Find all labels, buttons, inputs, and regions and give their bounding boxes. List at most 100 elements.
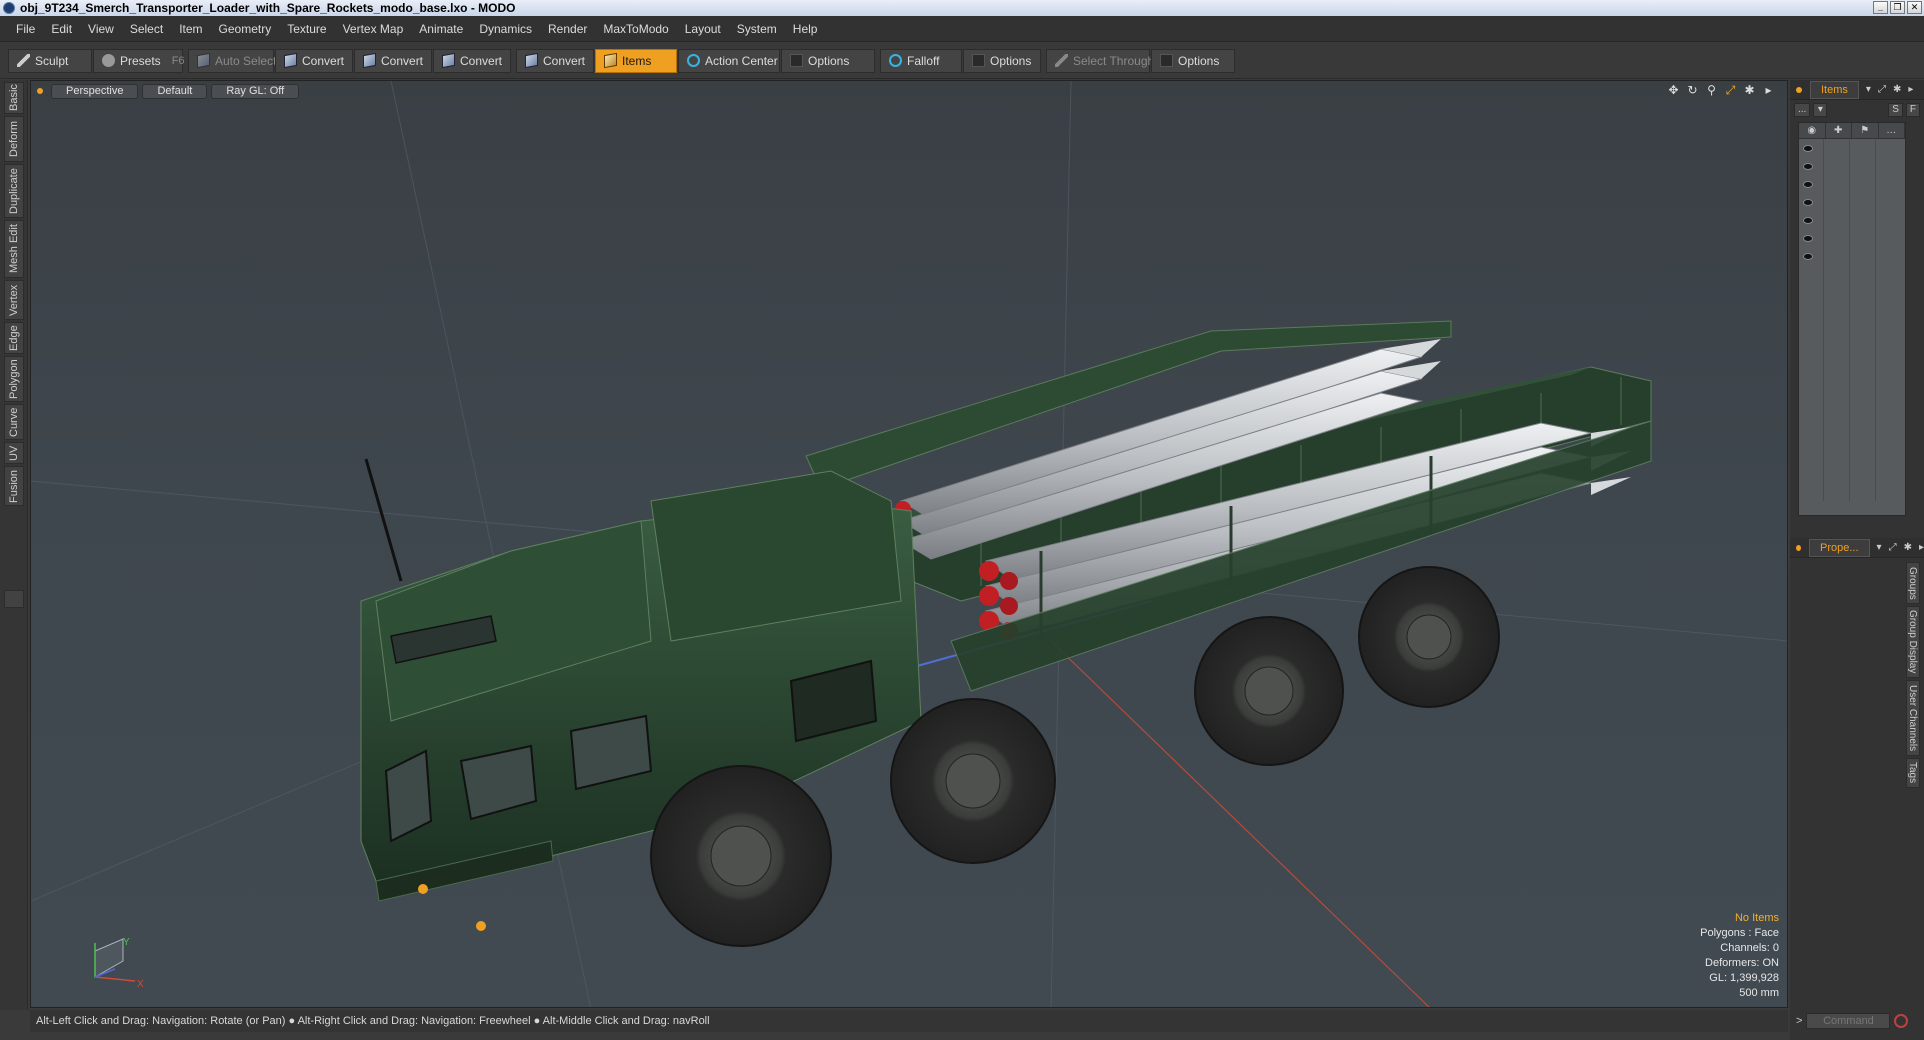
minimize-button[interactable]: _ bbox=[1873, 1, 1888, 14]
close-button[interactable]: ✕ bbox=[1907, 1, 1922, 14]
convert-polygons-button[interactable]: Convert bbox=[433, 48, 511, 73]
items-list-header: ◉ ✚ ⚑ … bbox=[1799, 123, 1905, 139]
menu-help[interactable]: Help bbox=[785, 16, 826, 42]
menu-select[interactable]: Select bbox=[122, 16, 171, 42]
more-icon[interactable]: ▸ bbox=[1919, 542, 1924, 553]
expand-icon[interactable]: ⤢ bbox=[1878, 84, 1886, 95]
items-list[interactable]: ◉ ✚ ⚑ … bbox=[1798, 122, 1906, 516]
shading-dropdown[interactable]: Default bbox=[142, 83, 208, 99]
tab-groups[interactable]: Groups bbox=[1906, 562, 1920, 604]
eye-icon[interactable] bbox=[1803, 162, 1813, 170]
zoom-icon[interactable]: ⚲ bbox=[1705, 84, 1718, 97]
gear-icon[interactable]: ✱ bbox=[1904, 542, 1912, 553]
menu-view[interactable]: View bbox=[80, 16, 122, 42]
list-item[interactable] bbox=[1799, 175, 1905, 193]
tab-uv[interactable]: UV bbox=[4, 442, 24, 464]
lock-column-icon[interactable]: ✚ bbox=[1826, 123, 1852, 138]
expand-icon[interactable]: ⤢ bbox=[1889, 542, 1897, 553]
tab-vertex[interactable]: Vertex bbox=[4, 280, 24, 320]
convert-vertices-button[interactable]: Convert bbox=[275, 48, 353, 73]
items-options-button[interactable]: ... bbox=[1794, 103, 1811, 117]
eye-icon[interactable] bbox=[1803, 252, 1813, 260]
view-mode-dropdown[interactable]: Perspective bbox=[51, 83, 139, 99]
items-mode-button[interactable]: Items bbox=[595, 48, 677, 73]
menu-vertex-map[interactable]: Vertex Map bbox=[335, 16, 412, 42]
tab-deform[interactable]: Deform bbox=[4, 116, 24, 162]
menu-dynamics[interactable]: Dynamics bbox=[471, 16, 540, 42]
chevron-down-icon[interactable]: ▾ bbox=[1877, 542, 1882, 553]
rotate-icon[interactable]: ↻ bbox=[1686, 84, 1699, 97]
select-through-options-button[interactable]: Options bbox=[1151, 48, 1235, 73]
settings-icon[interactable]: ✱ bbox=[1743, 84, 1756, 97]
items-f-button[interactable]: F bbox=[1905, 103, 1920, 117]
items-dropdown-button[interactable]: ▾ bbox=[1813, 103, 1828, 117]
menu-animate[interactable]: Animate bbox=[411, 16, 471, 42]
tab-user-channels[interactable]: User Channels bbox=[1906, 680, 1920, 756]
tab-polygon[interactable]: Polygon bbox=[4, 356, 24, 402]
tab-mesh-edit[interactable]: Mesh Edit bbox=[4, 220, 24, 278]
tab-properties[interactable]: Prope... bbox=[1809, 538, 1870, 557]
fit-icon[interactable]: ⤢ bbox=[1724, 84, 1737, 97]
items-s-button[interactable]: S bbox=[1888, 103, 1903, 117]
move-icon[interactable]: ✥ bbox=[1667, 84, 1680, 97]
tab-curve[interactable]: Curve bbox=[4, 404, 24, 440]
command-input[interactable] bbox=[1806, 1013, 1891, 1029]
more-icon[interactable]: ▸ bbox=[1908, 84, 1913, 95]
convert-edges-button[interactable]: Convert bbox=[354, 48, 432, 73]
more-icon[interactable]: ▸ bbox=[1762, 84, 1775, 97]
sculpt-button[interactable]: Sculpt bbox=[8, 48, 92, 73]
select-through-button[interactable]: Select Through bbox=[1046, 48, 1154, 73]
list-item[interactable] bbox=[1799, 247, 1905, 265]
tab-tags[interactable]: Tags bbox=[1906, 758, 1920, 788]
menu-edit[interactable]: Edit bbox=[43, 16, 80, 42]
list-item[interactable] bbox=[1799, 157, 1905, 175]
panel-menu-icon[interactable] bbox=[1796, 86, 1802, 93]
tab-edge[interactable]: Edge bbox=[4, 322, 24, 354]
action-center-options-button[interactable]: Options bbox=[781, 48, 875, 73]
menu-bar: File Edit View Select Item Geometry Text… bbox=[0, 16, 1924, 42]
chevron-down-icon[interactable]: ▾ bbox=[1866, 84, 1871, 95]
record-macro-icon[interactable] bbox=[1894, 1014, 1909, 1028]
tab-extra[interactable] bbox=[4, 590, 24, 608]
name-column[interactable]: … bbox=[1879, 123, 1905, 138]
menu-file[interactable]: File bbox=[8, 16, 43, 42]
menu-system[interactable]: System bbox=[729, 16, 785, 42]
list-item[interactable] bbox=[1799, 229, 1905, 247]
tab-fusion[interactable]: Fusion bbox=[4, 466, 24, 506]
eye-icon[interactable] bbox=[1803, 144, 1813, 152]
maximize-button[interactable]: ❐ bbox=[1890, 1, 1905, 14]
visibility-column-icon[interactable]: ◉ bbox=[1799, 123, 1826, 138]
menu-item[interactable]: Item bbox=[171, 16, 210, 42]
list-item[interactable] bbox=[1799, 211, 1905, 229]
menu-texture[interactable]: Texture bbox=[279, 16, 334, 42]
list-item[interactable] bbox=[1799, 139, 1905, 157]
3d-viewport[interactable]: Y X Perspective Default Ray GL: Off ✥ ↻ … bbox=[30, 80, 1788, 1008]
wheel-1 bbox=[650, 765, 832, 947]
items-panel: Items ▾ ⤢ ✱ ▸ ... ▾ S F ◉ ✚ ⚑ … bbox=[1790, 80, 1924, 536]
tab-group-display[interactable]: Group Display bbox=[1906, 606, 1920, 678]
gear-icon[interactable]: ✱ bbox=[1893, 84, 1901, 95]
menu-layout[interactable]: Layout bbox=[677, 16, 729, 42]
tab-basic[interactable]: Basic bbox=[4, 82, 24, 114]
eye-icon[interactable] bbox=[1803, 216, 1813, 224]
viewport-menu-icon[interactable] bbox=[37, 88, 43, 94]
polygon-cube-icon bbox=[442, 52, 455, 69]
action-center-button[interactable]: Action Center bbox=[678, 48, 780, 73]
presets-button[interactable]: Presets F6 bbox=[93, 48, 185, 73]
tab-items[interactable]: Items bbox=[1810, 80, 1859, 99]
raygl-toggle[interactable]: Ray GL: Off bbox=[211, 83, 300, 99]
eye-icon[interactable] bbox=[1803, 180, 1813, 188]
eye-icon[interactable] bbox=[1803, 198, 1813, 206]
menu-maxtomodo[interactable]: MaxToModo bbox=[595, 16, 676, 42]
render-column-icon[interactable]: ⚑ bbox=[1852, 123, 1879, 138]
panel-menu-icon[interactable] bbox=[1796, 544, 1802, 551]
auto-select-button[interactable]: Auto Select bbox=[188, 48, 276, 73]
falloff-button[interactable]: Falloff bbox=[880, 48, 962, 73]
menu-geometry[interactable]: Geometry bbox=[211, 16, 280, 42]
convert-materials-button[interactable]: Convert bbox=[516, 48, 594, 73]
list-item[interactable] bbox=[1799, 193, 1905, 211]
falloff-options-button[interactable]: Options bbox=[963, 48, 1041, 73]
eye-icon[interactable] bbox=[1803, 234, 1813, 242]
menu-render[interactable]: Render bbox=[540, 16, 595, 42]
tab-duplicate[interactable]: Duplicate bbox=[4, 164, 24, 218]
